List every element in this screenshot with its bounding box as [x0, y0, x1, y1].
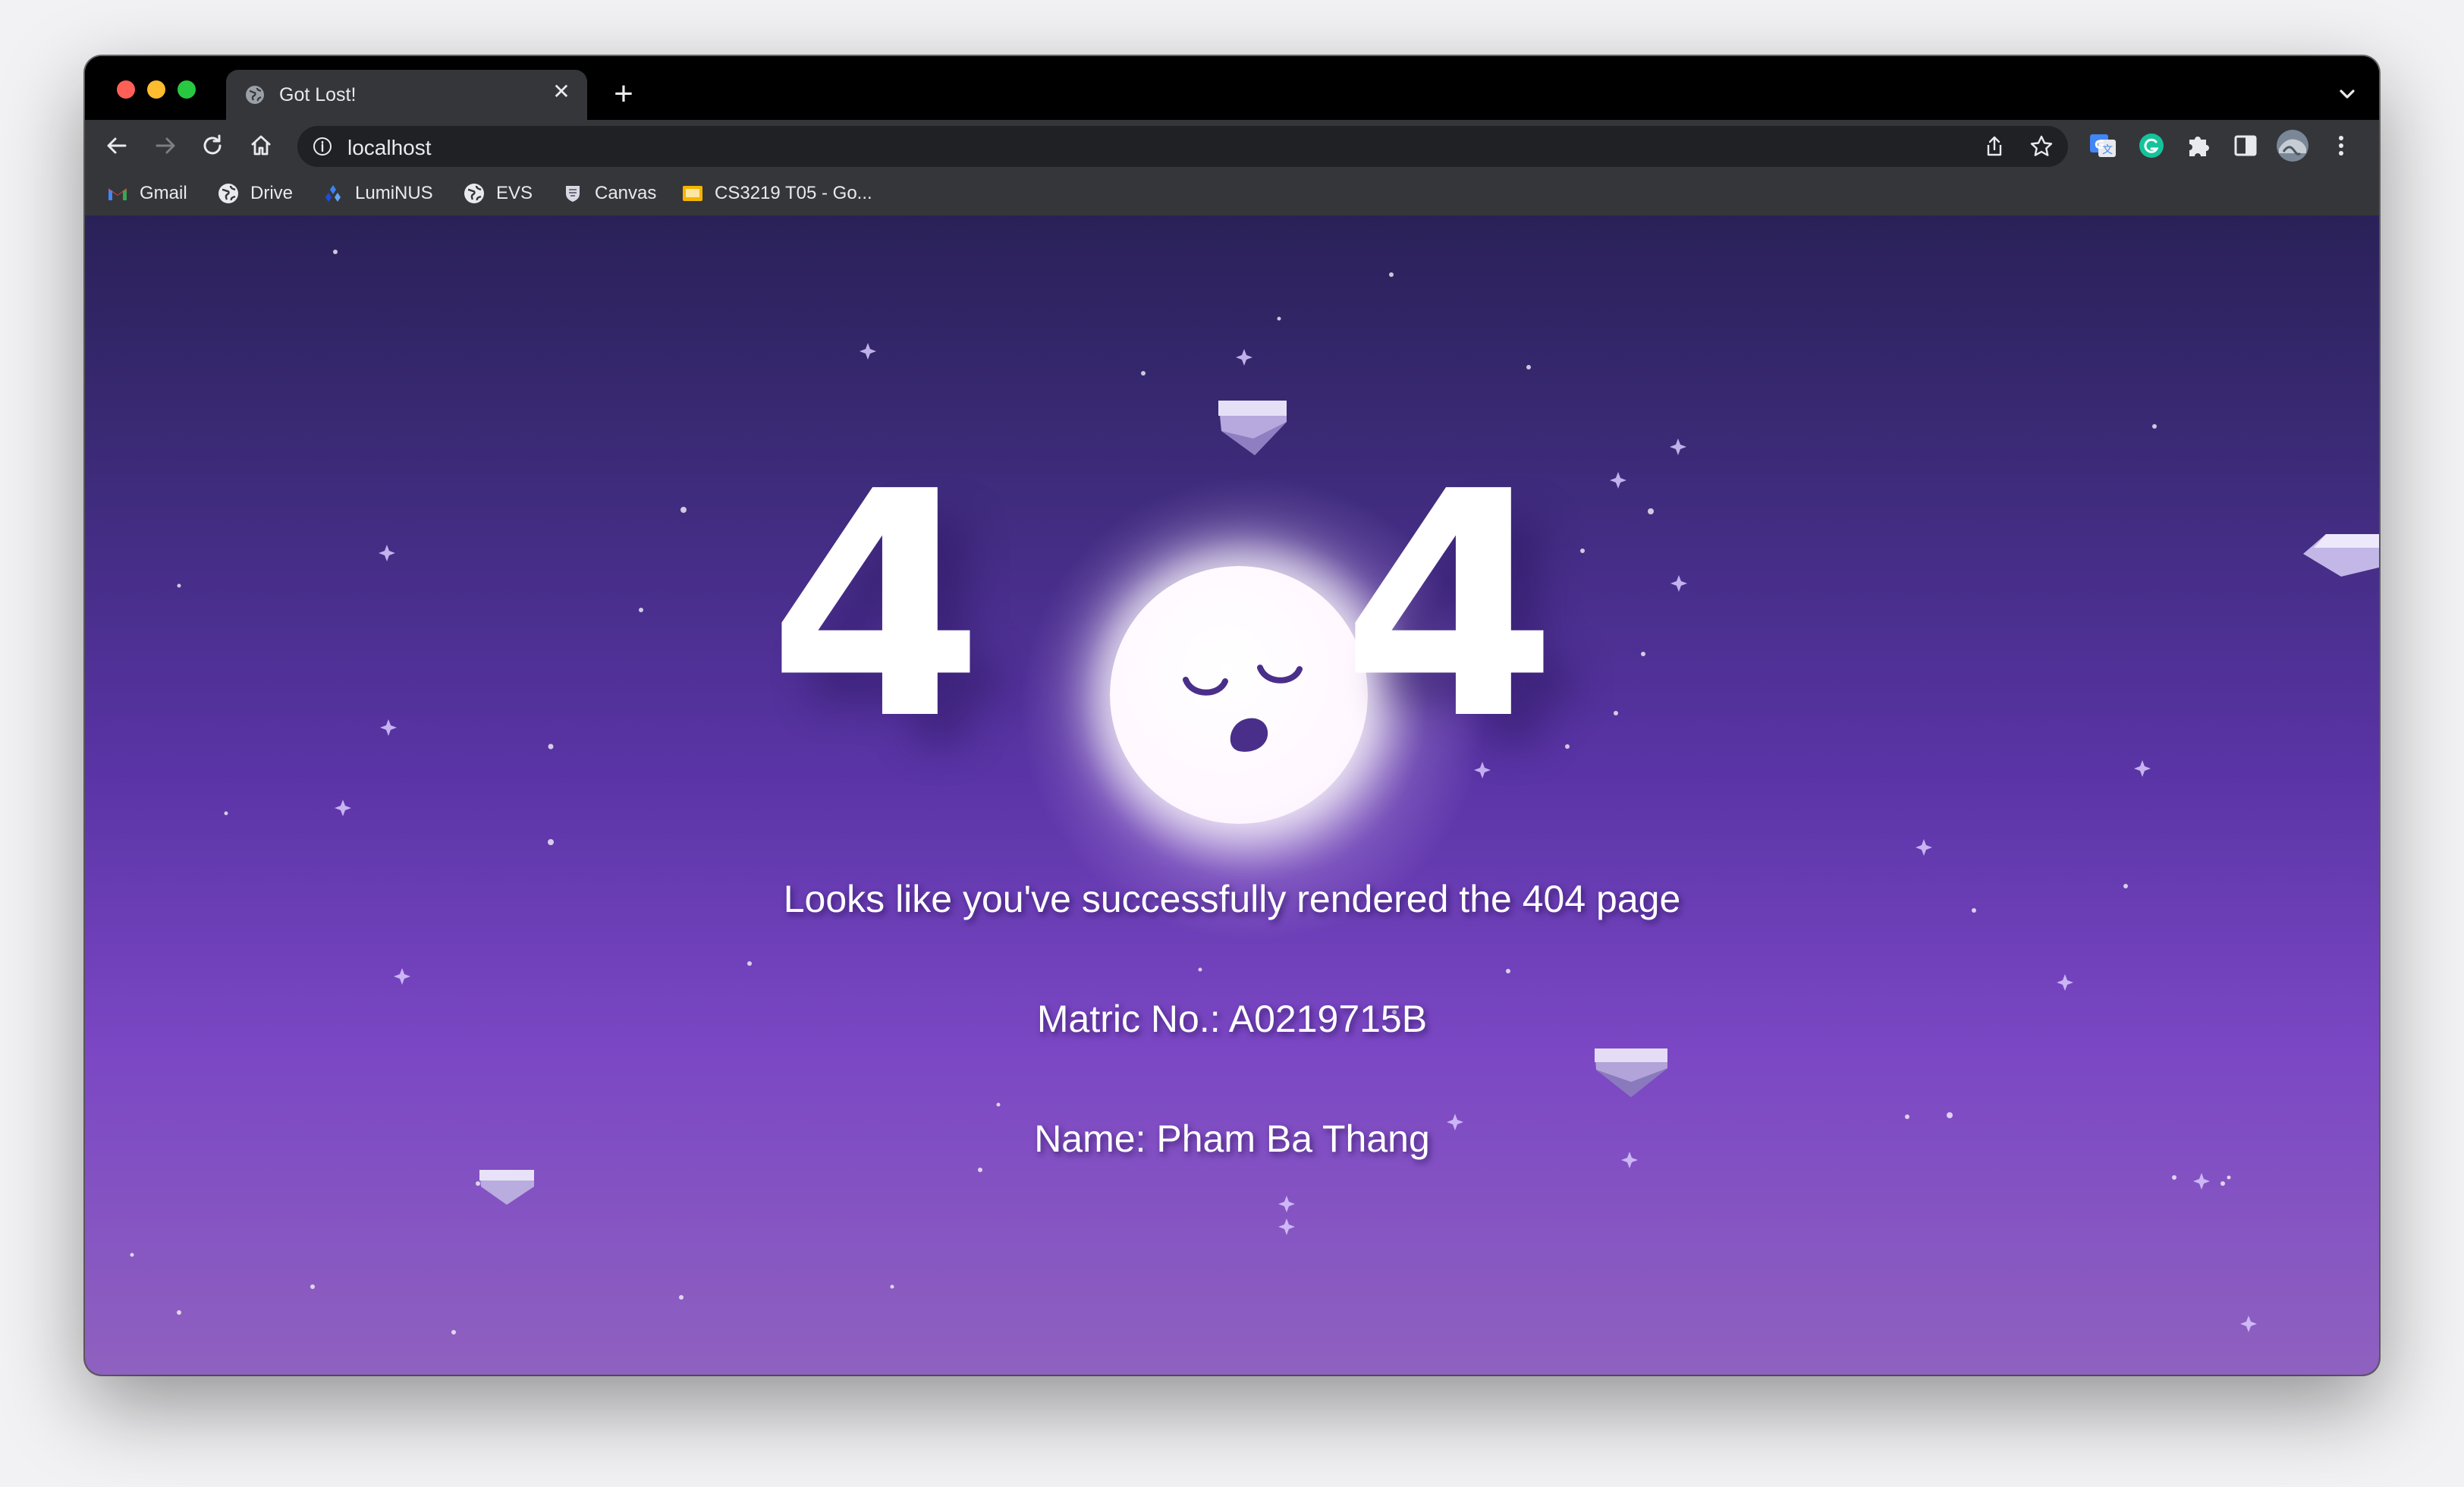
toolbar: localhost G 文 [85, 120, 2379, 171]
url-text[interactable]: localhost [347, 136, 432, 160]
arrow-right-icon [156, 137, 175, 154]
minimize-window-button[interactable] [147, 80, 165, 99]
slides-icon [683, 186, 702, 201]
tab-strip: Got Lost! ✕ + [85, 56, 2379, 120]
browser-window: Got Lost! ✕ + localhost G 文 Gmail Drive … [85, 56, 2379, 1375]
gmail-icon [108, 188, 127, 200]
home-icon [251, 135, 271, 156]
bookmark-label: Canvas [595, 183, 657, 203]
bookmark-label: Drive [250, 183, 294, 203]
bookmark-evs[interactable]: EVS [463, 181, 533, 206]
floating-rock [1218, 401, 1287, 455]
error-digit-right: 4 [1341, 425, 1557, 788]
info-icon[interactable] [313, 137, 332, 156]
address-bar[interactable]: localhost [297, 126, 2068, 167]
google-translate-icon[interactable]: G 文 [2088, 130, 2118, 161]
bookmark-cs3219[interactable]: CS3219 T05 - Go... [681, 181, 872, 206]
close-window-button[interactable] [117, 80, 135, 99]
floating-rock [2303, 534, 2379, 577]
maximize-window-button[interactable] [178, 80, 196, 99]
globe-icon [218, 184, 238, 203]
new-tab-button[interactable]: + [608, 77, 639, 111]
bookmark-gmail[interactable]: Gmail [106, 181, 187, 206]
error-message: Looks like you've successfully rendered … [783, 878, 1681, 920]
globe-icon [464, 184, 484, 203]
globe-icon [246, 86, 264, 104]
bookmark-label: CS3219 T05 - Go... [715, 183, 872, 203]
luminus-icon [325, 185, 341, 202]
student-name: Name: Pham Ba Thang [1034, 1118, 1430, 1160]
share-icon[interactable] [1982, 134, 2007, 159]
tab-close-button[interactable]: ✕ [549, 80, 574, 104]
error-digit-left: 4 [768, 425, 984, 788]
forward-button[interactable] [149, 129, 182, 162]
sleeping-face-icon [1183, 665, 1303, 752]
tab-title: Got Lost! [279, 84, 357, 105]
home-button[interactable] [244, 129, 278, 162]
floating-rock [479, 1170, 534, 1205]
bookmark-canvas[interactable]: Canvas [561, 181, 656, 206]
profile-avatar[interactable] [2276, 129, 2309, 162]
floating-rock [1595, 1048, 1667, 1097]
sleeping-moon [1110, 566, 1368, 824]
reload-icon [203, 134, 222, 155]
extensions-puzzle-icon[interactable] [2183, 130, 2214, 161]
bookmark-luminus[interactable]: LumiNUS [322, 181, 433, 206]
grammarly-icon[interactable] [2136, 130, 2167, 161]
bookmark-label: EVS [496, 183, 533, 203]
side-panel-icon[interactable] [2230, 130, 2261, 161]
svg-text:文: 文 [2102, 144, 2113, 156]
reload-button[interactable] [196, 129, 229, 162]
bookmark-label: Gmail [140, 183, 187, 203]
back-button[interactable] [100, 129, 134, 162]
page-content: 4 4 Looks like you've successfully rende… [85, 215, 2379, 1375]
tab-active[interactable]: Got Lost! ✕ [226, 70, 587, 120]
chevron-down-icon[interactable] [2332, 79, 2362, 109]
canvas-icon [566, 186, 580, 202]
arrow-left-icon [107, 137, 127, 154]
matric-number: Matric No.: A0219715B [1036, 998, 1428, 1040]
bookmarks-bar: Gmail Drive LumiNUS EVS Canvas CS3219 T0… [85, 171, 2379, 217]
bookmark-star-icon[interactable] [2029, 134, 2054, 159]
bookmark-drive[interactable]: Drive [217, 181, 293, 206]
more-menu-icon[interactable] [2326, 130, 2356, 161]
bookmark-label: LumiNUS [355, 183, 433, 203]
